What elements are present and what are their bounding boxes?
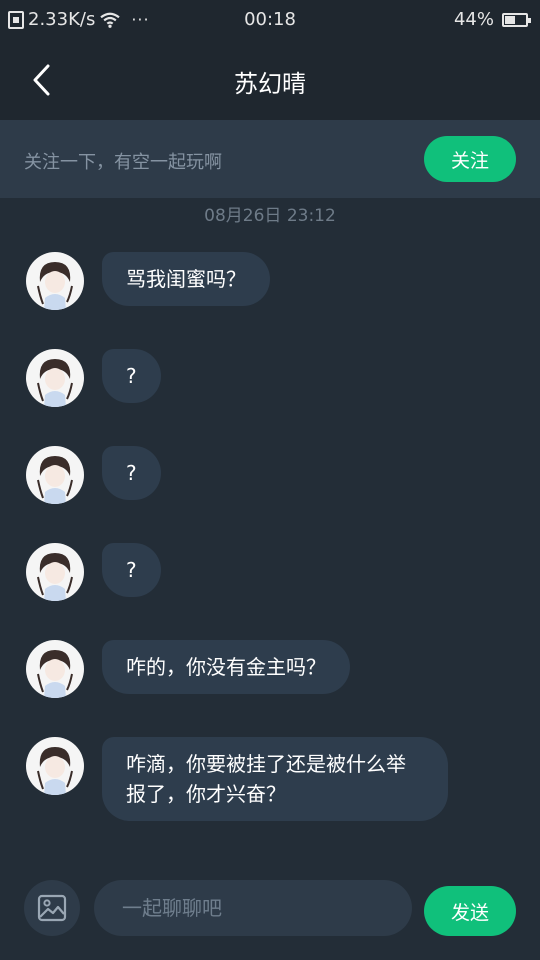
message-bubble[interactable]: 骂我闺蜜吗？ xyxy=(102,252,270,306)
chat-header: 苏幻晴 xyxy=(0,40,540,120)
message-bubble[interactable]: 咋滴，你要被挂了还是被什么举报了，你才兴奋？ xyxy=(102,737,448,821)
follow-banner: 关注一下，有空一起玩啊 关注 xyxy=(0,120,540,198)
image-icon xyxy=(37,894,67,922)
message-row: 咋滴，你要被挂了还是被什么举报了，你才兴奋？ xyxy=(26,737,448,821)
image-picker-button[interactable] xyxy=(24,880,80,936)
avatar-image xyxy=(37,553,73,601)
status-bar: 2.33K/s ··· 00:18 44% xyxy=(0,0,540,40)
message-bubble[interactable]: ? xyxy=(102,543,161,597)
message-row: ? xyxy=(26,543,161,601)
message-bubble[interactable]: ? xyxy=(102,446,161,500)
message-bubble[interactable]: ? xyxy=(102,349,161,403)
avatar-image xyxy=(37,359,73,407)
message-timestamp: 08月26日 23:12 xyxy=(204,206,336,226)
message-row: ? xyxy=(26,349,161,407)
battery-percent: 44% xyxy=(453,9,494,30)
contact-name: 苏幻晴 xyxy=(234,70,306,98)
message-row: 咋的，你没有金主吗？ xyxy=(26,640,350,698)
avatar-image xyxy=(37,262,73,310)
avatar-image xyxy=(37,456,73,504)
chat-screen: 2.33K/s ··· 00:18 44% 苏幻晴 关注一下，有空一起玩啊 关注 xyxy=(0,0,540,960)
avatar[interactable] xyxy=(26,349,84,407)
avatar-image xyxy=(37,747,73,795)
battery-level xyxy=(505,15,515,24)
message-bubble[interactable]: 咋的，你没有金主吗？ xyxy=(102,640,350,694)
status-right: 44% xyxy=(453,9,531,30)
avatar[interactable] xyxy=(26,446,84,504)
follow-button[interactable]: 关注 xyxy=(424,136,516,182)
follow-prompt-text: 关注一下，有空一起玩啊 xyxy=(24,152,222,173)
input-bar: 发送 xyxy=(0,856,540,960)
avatar[interactable] xyxy=(26,640,84,698)
avatar[interactable] xyxy=(26,737,84,795)
message-row: ? xyxy=(26,446,161,504)
avatar[interactable] xyxy=(26,543,84,601)
avatar-image xyxy=(37,650,73,698)
avatar[interactable] xyxy=(26,252,84,310)
send-button[interactable]: 发送 xyxy=(424,886,516,936)
battery-icon xyxy=(502,12,531,27)
message-row: 骂我闺蜜吗？ xyxy=(26,252,270,310)
message-input[interactable] xyxy=(94,880,412,936)
